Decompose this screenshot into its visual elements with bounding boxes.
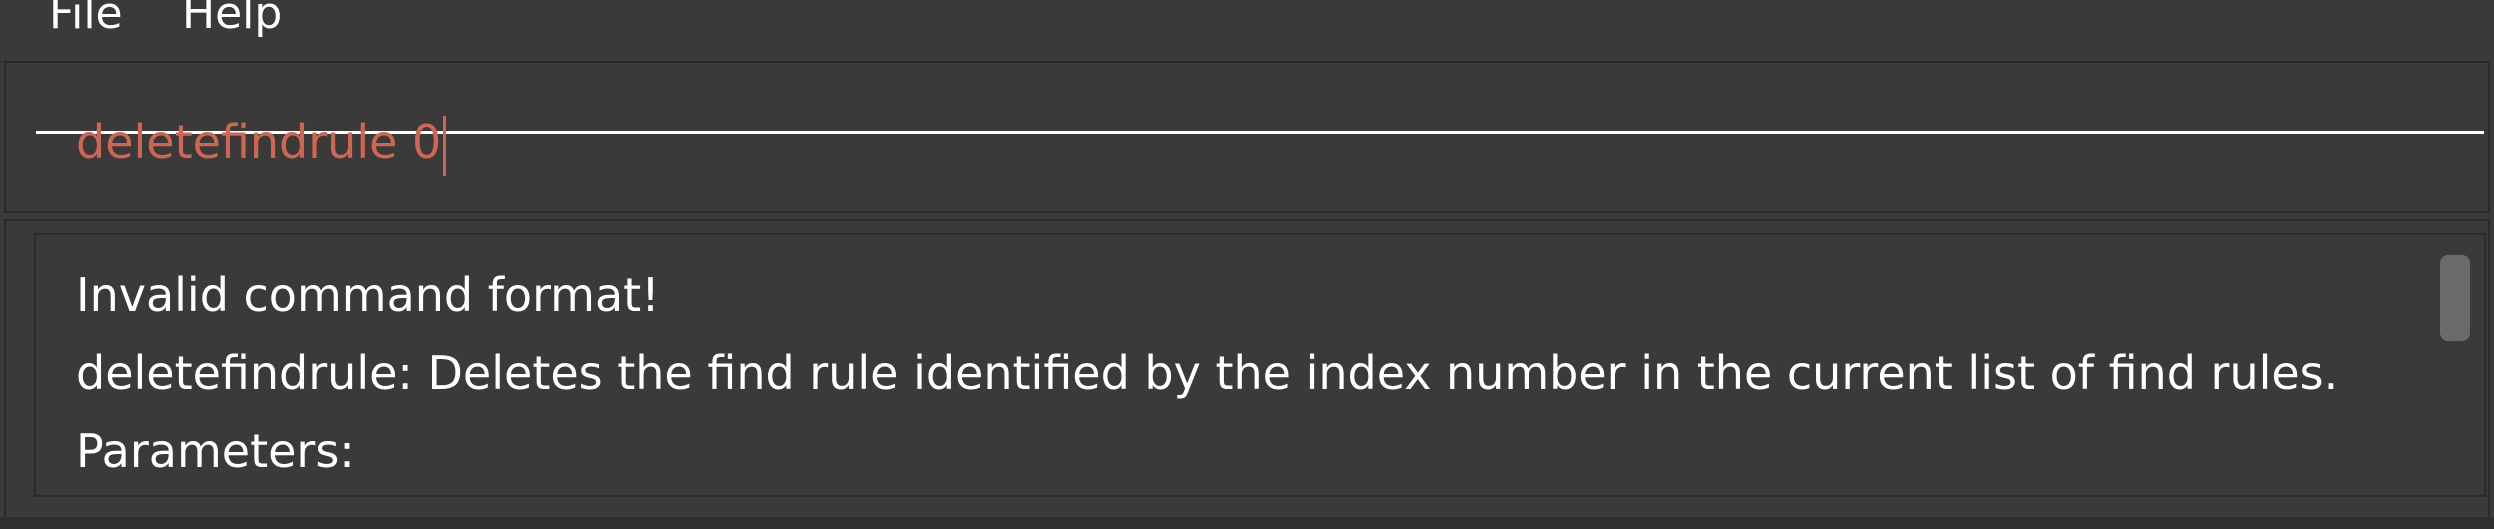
result-scrollbar-thumb[interactable] bbox=[2440, 255, 2470, 341]
command-value: deletefindrule 0 bbox=[76, 115, 442, 169]
result-line: deletefindrule: Deletes the find rule id… bbox=[76, 346, 2339, 400]
result-display: Invalid command format! deletefindrule: … bbox=[34, 233, 2486, 497]
result-line: Parameters: bbox=[76, 424, 355, 478]
app-window: File Help deletefindrule 0 Invalid comma… bbox=[0, 0, 2494, 529]
command-input-text: deletefindrule 0 bbox=[76, 106, 447, 178]
bottom-divider bbox=[0, 517, 2494, 529]
result-line: Invalid command format! bbox=[76, 268, 660, 322]
text-caret bbox=[443, 115, 447, 176]
